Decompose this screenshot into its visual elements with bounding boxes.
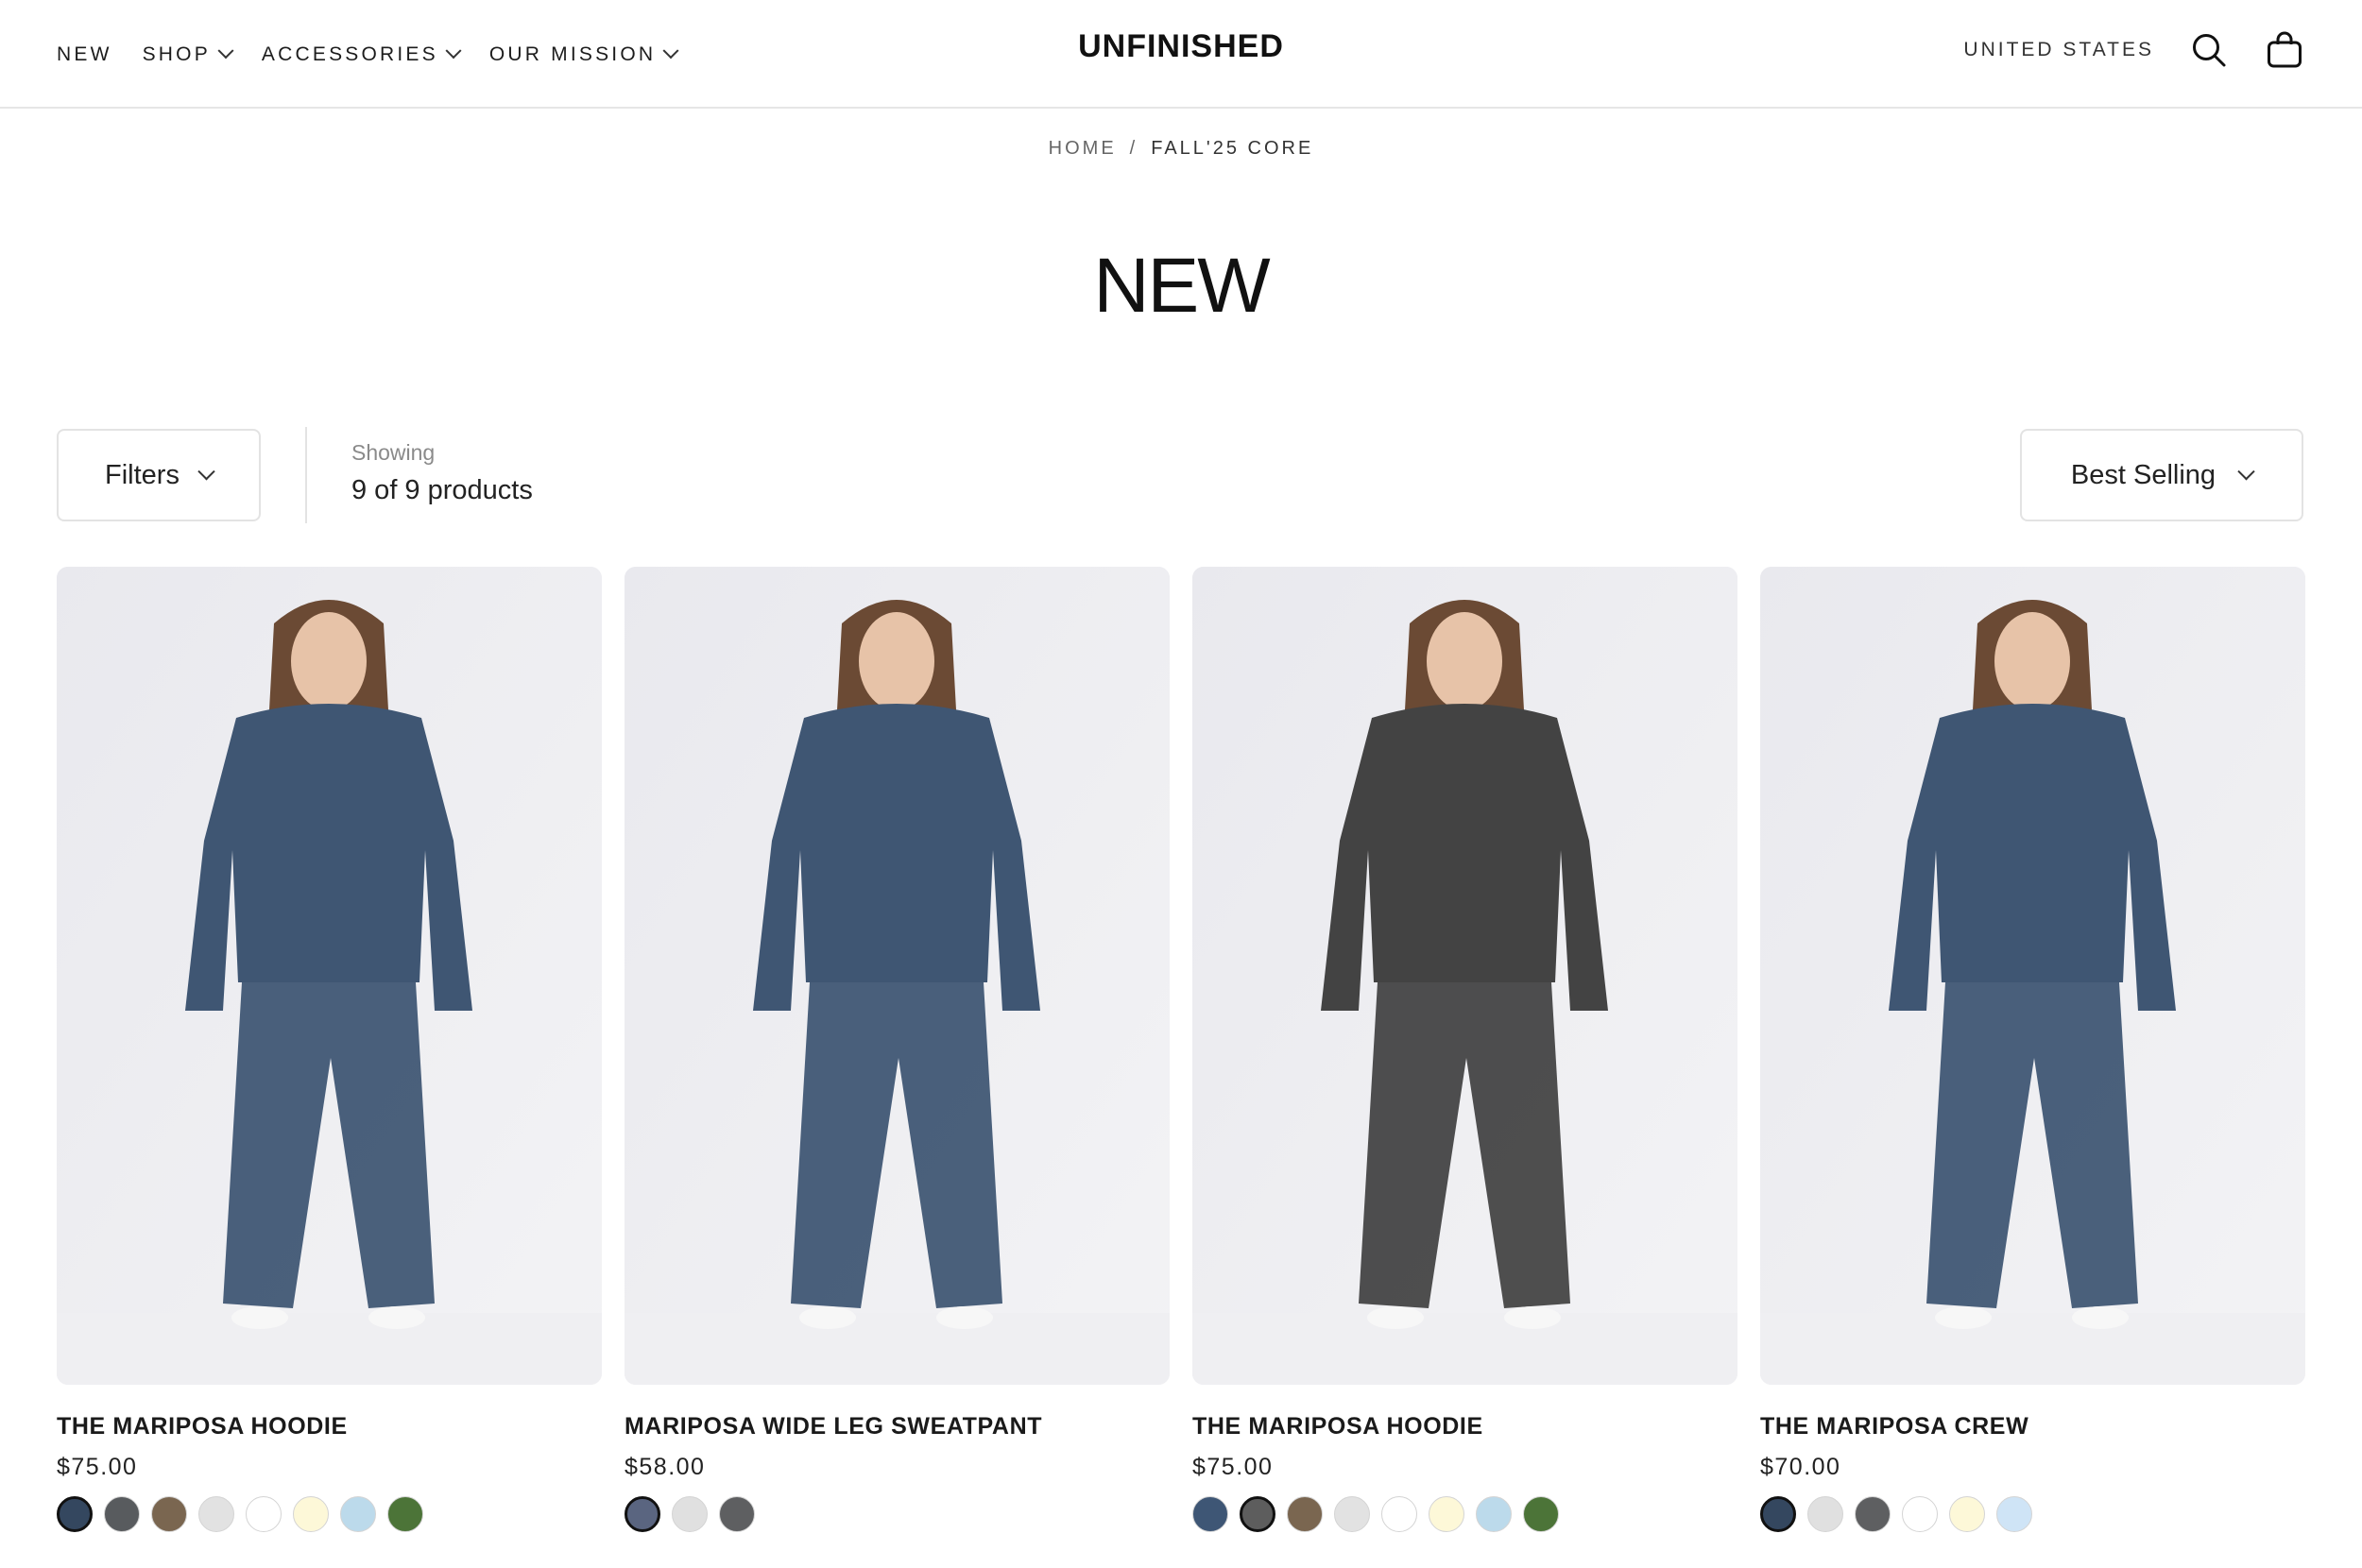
filters-label: Filters [105,459,180,490]
chevron-down-icon [217,42,234,59]
search-button[interactable] [2188,29,2230,71]
model-photo [1760,567,2305,1385]
product-price: $58.00 [625,1454,706,1480]
nav-item-label: SHOP [142,43,211,65]
product-image[interactable] [1192,567,1737,1385]
model-photo [625,567,1170,1385]
color-swatch[interactable] [1381,1496,1417,1532]
color-swatch[interactable] [672,1496,708,1532]
color-swatch[interactable] [1240,1496,1275,1532]
color-swatch[interactable] [1902,1496,1938,1532]
color-swatch[interactable] [340,1496,376,1532]
chevron-down-icon [197,462,215,480]
color-swatch[interactable] [1476,1496,1512,1532]
color-swatch[interactable] [1523,1496,1559,1532]
product-image[interactable] [57,567,602,1385]
color-swatch[interactable] [1996,1496,2032,1532]
product-price: $75.00 [1192,1454,1274,1480]
color-swatches [1760,1496,2305,1532]
page-title: NEW [1093,243,1270,329]
product-image[interactable] [625,567,1170,1385]
header-tools: UNITED STATES [1963,0,2305,99]
sort-label: Best Selling [2070,459,2217,490]
nav-item-label: ACCESSORIES [261,43,438,65]
breadcrumb-home-link[interactable]: HOME [1049,138,1117,159]
product-image[interactable] [1760,567,2305,1385]
showing-label: Showing [351,440,436,465]
chevron-down-icon [662,42,679,59]
color-swatch[interactable] [1760,1496,1796,1532]
nav-item-label: OUR MISSION [488,43,657,65]
product-grid: THE MARIPOSA HOODIE $75.00 MARIPOSA WIDE L… [57,567,2305,1532]
color-swatch[interactable] [293,1496,329,1532]
sort-dropdown[interactable]: Best Selling [2020,429,2303,521]
product-card[interactable]: MARIPOSA WIDE LEG SWEATPANT $58.00 [625,567,1170,1532]
color-swatch[interactable] [1192,1496,1228,1532]
color-swatch[interactable] [719,1496,755,1532]
color-swatch[interactable] [387,1496,423,1532]
product-count: Showing 9 of 9 products [351,440,533,506]
color-swatch[interactable] [151,1496,187,1532]
country-selector[interactable]: UNITED STATES [1963,39,2154,61]
shopping-bag-icon [2268,31,2302,67]
breadcrumb-separator: / [1129,138,1138,159]
color-swatch[interactable] [1949,1496,1985,1532]
color-swatch[interactable] [198,1496,234,1532]
model-photo [57,567,602,1385]
breadcrumb-current: FALL'25 CORE [1151,138,1314,159]
nav-item-our-mission[interactable]: OUR MISSION [488,42,679,66]
nav-item-new[interactable]: NEW [57,43,112,66]
color-swatch[interactable] [1807,1496,1843,1532]
product-price: $70.00 [1760,1454,1841,1480]
nav-item-accessories[interactable]: ACCESSORIES [261,42,462,66]
brand-logo[interactable]: UNFINISHED [1078,28,1284,64]
showing-count: 9 of 9 products [351,475,533,505]
main-nav: NEW SHOP ACCESSORIES OUR MISSION [57,0,679,109]
color-swatch[interactable] [625,1496,660,1532]
color-swatch[interactable] [1334,1496,1370,1532]
product-price: $75.00 [57,1454,138,1480]
cart-button[interactable] [2264,29,2305,71]
breadcrumb: HOME / FALL'25 CORE [0,138,2362,160]
filters-button[interactable]: Filters [57,429,261,521]
product-card[interactable]: THE MARIPOSA HOODIE $75.00 [57,567,602,1532]
toolbar-divider [305,427,307,523]
chevron-down-icon [2237,462,2255,480]
color-swatches [57,1496,602,1532]
chevron-down-icon [445,42,462,59]
color-swatch[interactable] [1429,1496,1464,1532]
color-swatch[interactable] [104,1496,140,1532]
color-swatch[interactable] [1855,1496,1891,1532]
color-swatch[interactable] [57,1496,93,1532]
product-name[interactable]: THE MARIPOSA CREW [1760,1413,2305,1440]
color-swatches [1192,1496,1737,1532]
site-header: NEW SHOP ACCESSORIES OUR MISSION UNFINIS… [0,0,2362,109]
color-swatch[interactable] [246,1496,282,1532]
product-card[interactable]: THE MARIPOSA HOODIE $75.00 [1192,567,1737,1532]
product-name[interactable]: THE MARIPOSA HOODIE [1192,1413,1737,1440]
product-name[interactable]: THE MARIPOSA HOODIE [57,1413,602,1440]
product-card[interactable]: THE MARIPOSA CREW $70.00 [1760,567,2305,1532]
nav-item-shop[interactable]: SHOP [142,42,234,66]
nav-item-label: NEW [57,43,112,65]
search-icon [2193,33,2226,66]
model-photo [1192,567,1737,1385]
color-swatch[interactable] [1287,1496,1323,1532]
color-swatches [625,1496,1170,1532]
product-name[interactable]: MARIPOSA WIDE LEG SWEATPANT [625,1413,1170,1440]
